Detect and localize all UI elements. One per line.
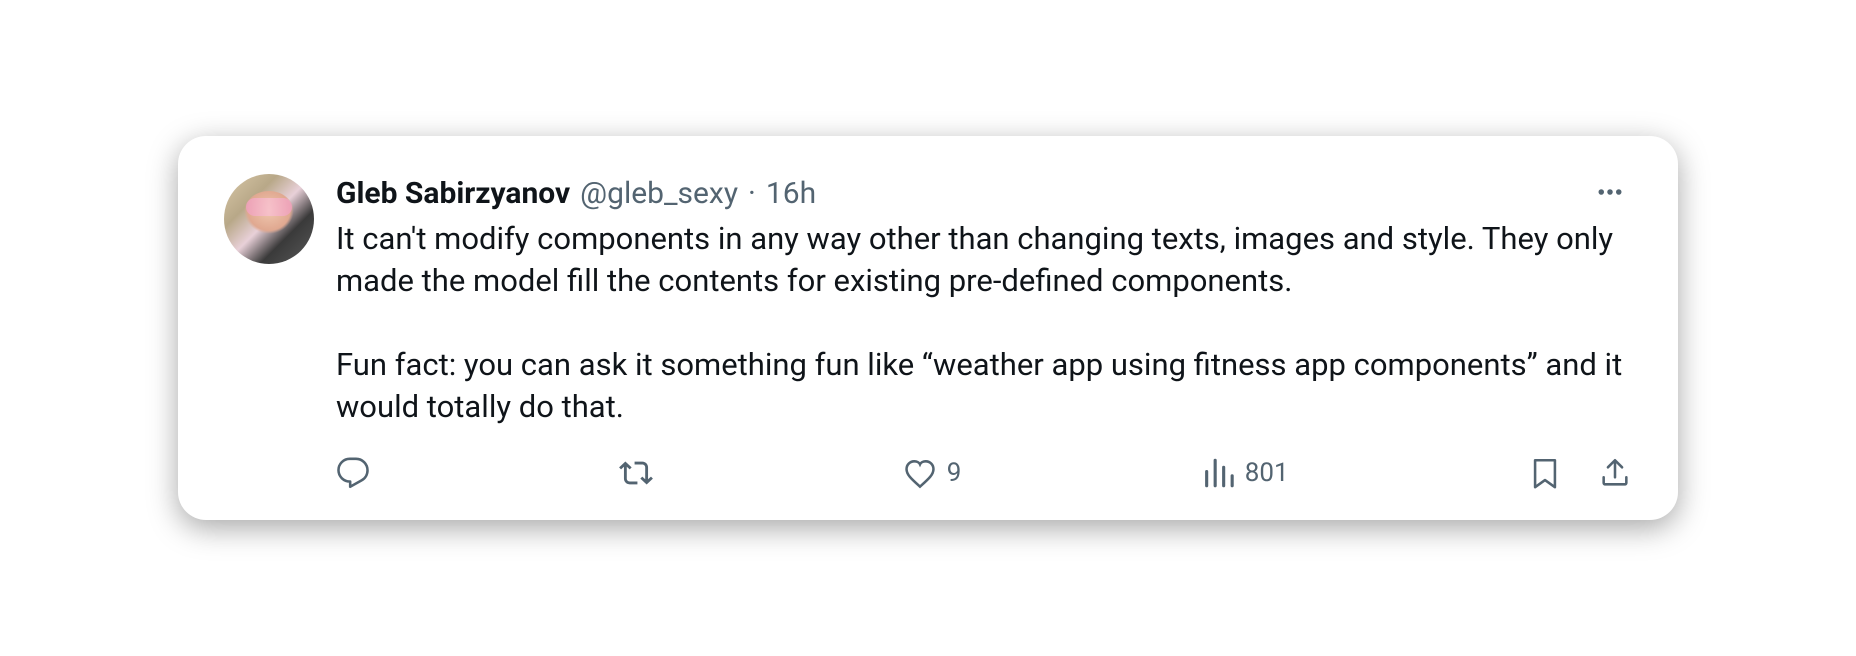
right-action-group [1528, 456, 1632, 490]
views-icon [1201, 456, 1235, 490]
retweet-button[interactable] [619, 456, 663, 490]
timestamp[interactable]: 16h [766, 174, 816, 213]
more-options-button[interactable] [1588, 170, 1632, 214]
reply-icon [336, 456, 370, 490]
reply-button[interactable] [336, 456, 380, 490]
share-button[interactable] [1598, 456, 1632, 490]
more-icon [1595, 177, 1625, 207]
retweet-icon [619, 456, 653, 490]
bookmark-icon [1528, 456, 1562, 490]
share-icon [1598, 456, 1632, 490]
avatar[interactable] [224, 174, 314, 264]
like-count: 9 [947, 458, 962, 488]
author-display-name: Gleb Sabirzyanov [336, 174, 570, 213]
tweet-header: Gleb Sabirzyanov @gleb_sexy · 16h [336, 174, 1632, 214]
separator-dot: · [748, 174, 756, 213]
heart-icon [903, 456, 937, 490]
tweet-content: Gleb Sabirzyanov @gleb_sexy · 16h It can… [336, 174, 1632, 489]
author-handle: @gleb_sexy [580, 174, 738, 213]
bookmark-button[interactable] [1528, 456, 1562, 490]
tweet-card: Gleb Sabirzyanov @gleb_sexy · 16h It can… [178, 136, 1678, 519]
tweet-text: It can't modify components in any way ot… [336, 218, 1632, 427]
views-button[interactable]: 801 [1201, 456, 1289, 490]
author-identity[interactable]: Gleb Sabirzyanov @gleb_sexy · 16h [336, 174, 816, 213]
view-count: 801 [1245, 458, 1289, 488]
like-button[interactable]: 9 [903, 456, 962, 490]
tweet-actions: 9 801 [336, 456, 1632, 490]
